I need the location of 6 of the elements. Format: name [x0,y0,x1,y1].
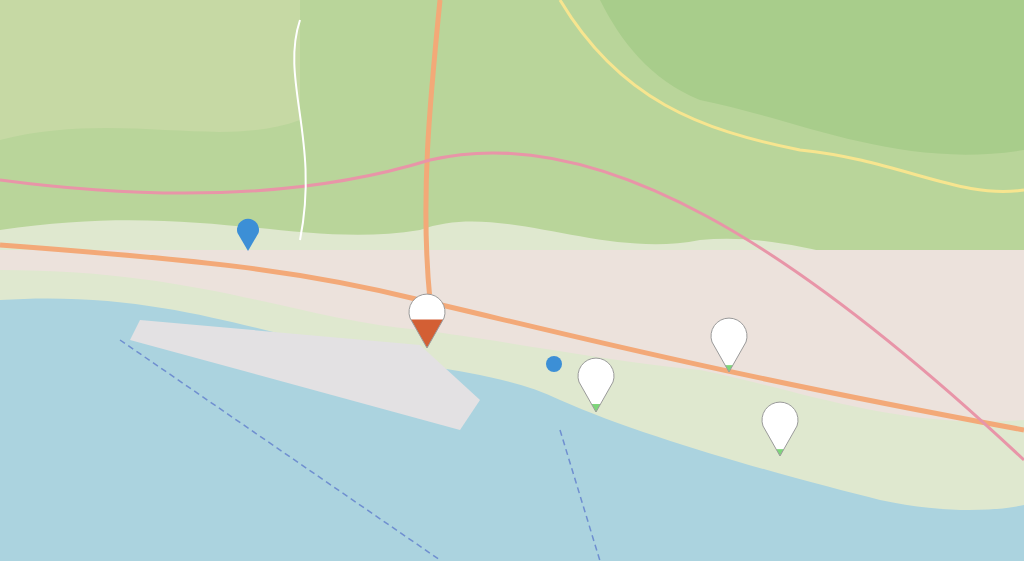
map-marker[interactable] [760,398,800,458]
location-dot[interactable] [546,356,562,372]
map-marker[interactable] [576,354,616,414]
map-marker[interactable] [709,314,749,374]
map-marker[interactable] [407,290,447,350]
map-pin[interactable] [236,216,260,252]
